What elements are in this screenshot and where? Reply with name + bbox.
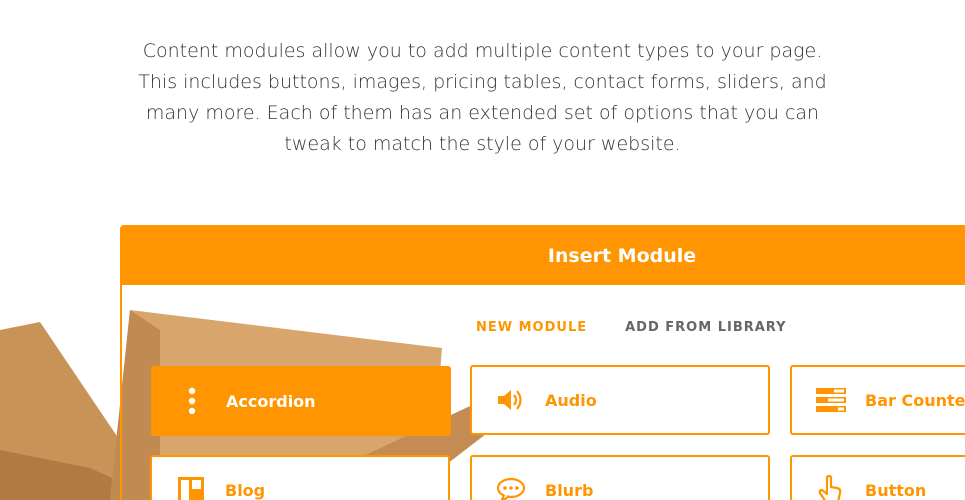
module-label: Bar Counters	[865, 390, 965, 410]
module-audio[interactable]: Audio	[470, 365, 770, 435]
vertical-dots-icon	[175, 384, 209, 418]
module-label: Button	[865, 480, 927, 500]
tab-new-module[interactable]: NEW MODULE	[476, 320, 587, 335]
module-accordion[interactable]: Accordion	[151, 366, 451, 436]
page: Content modules allow you to add multipl…	[0, 0, 965, 500]
intro-line: This includes buttons, images, pricing t…	[138, 71, 827, 93]
intro-paragraph: Content modules allow you to add multipl…	[0, 36, 965, 160]
speaker-icon	[494, 383, 528, 417]
tab-add-from-library[interactable]: ADD FROM LIBRARY	[625, 320, 786, 335]
module-blog[interactable]: Blog	[150, 455, 450, 500]
dialog-header: Insert Module	[122, 227, 965, 285]
module-button[interactable]: Button	[790, 455, 965, 500]
module-tabs: NEW MODULE ADD FROM LIBRARY	[476, 320, 787, 335]
module-label: Audio	[545, 390, 597, 410]
intro-line: Content modules allow you to add multipl…	[142, 40, 823, 62]
dialog-title: Insert Module	[547, 245, 697, 267]
module-bar-counters[interactable]: Bar Counters	[790, 365, 965, 435]
blog-layout-icon	[174, 473, 208, 500]
module-label: Blurb	[545, 480, 594, 500]
intro-line: many more. Each of them has an extended …	[145, 102, 820, 124]
module-label: Blog	[225, 480, 266, 500]
intro-line: tweak to match the style of your website…	[284, 133, 681, 155]
bar-counters-icon	[814, 383, 848, 417]
speech-bubble-icon	[494, 473, 528, 500]
pointer-hand-icon	[814, 473, 848, 500]
module-blurb[interactable]: Blurb	[470, 455, 770, 500]
module-label: Accordion	[226, 391, 316, 411]
